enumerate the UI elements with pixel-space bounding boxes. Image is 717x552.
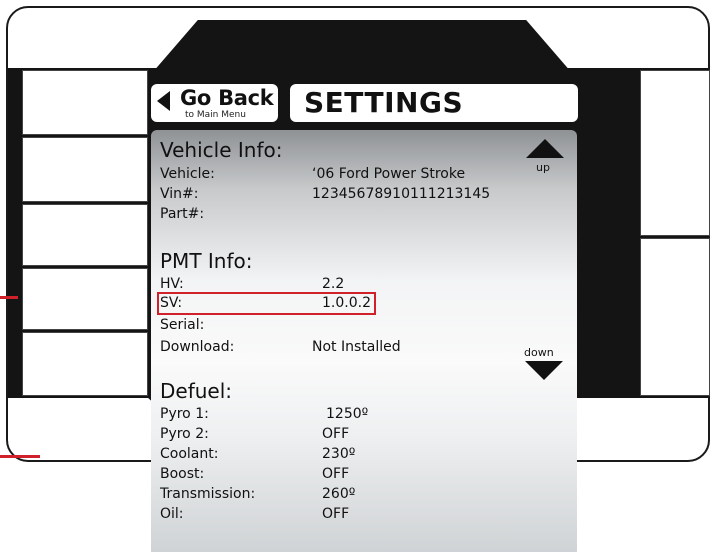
right-soft-button-1[interactable] — [640, 70, 710, 236]
scroll-down-label[interactable]: down — [524, 346, 554, 359]
device-top-panel — [146, 20, 578, 80]
back-arrow-icon — [157, 91, 170, 111]
go-back-label: Go Back — [180, 86, 274, 110]
left-soft-button-4[interactable] — [22, 268, 148, 330]
download-value: Not Installed — [312, 339, 401, 355]
callout-line — [0, 296, 18, 299]
left-soft-button-2[interactable] — [22, 137, 148, 202]
vin-label: Vin#: — [160, 186, 199, 202]
transmission-value: 260º — [322, 486, 356, 502]
boost-label: Boost: — [160, 466, 205, 482]
left-soft-button-5[interactable] — [22, 332, 148, 396]
scroll-up-label[interactable]: up — [536, 161, 550, 174]
coolant-label: Coolant: — [160, 446, 219, 462]
oil-value: OFF — [322, 506, 350, 522]
pyro2-value: OFF — [322, 426, 350, 442]
hv-value: 2.2 — [322, 276, 345, 292]
hv-label: HV: — [160, 276, 184, 292]
coolant-value: 230º — [322, 446, 356, 462]
left-soft-button-1[interactable] — [22, 70, 148, 135]
right-soft-button-2[interactable] — [640, 238, 710, 396]
sv-value: 1.0.0.2 — [322, 295, 371, 311]
part-label: Part#: — [160, 206, 205, 222]
pyro1-value: 1250º — [326, 406, 369, 422]
page-title: SETTINGS — [304, 86, 464, 119]
transmission-label: Transmission: — [160, 486, 256, 502]
section-heading-defuel: Defuel: — [160, 379, 233, 403]
pyro2-label: Pyro 2: — [160, 426, 209, 442]
callout-line — [0, 455, 40, 458]
serial-label: Serial: — [160, 317, 205, 333]
section-heading-vehicle-info: Vehicle Info: — [160, 138, 283, 162]
boost-value: OFF — [322, 466, 350, 482]
section-heading-pmt-info: PMT Info: — [160, 249, 253, 273]
vehicle-label: Vehicle: — [160, 166, 215, 182]
pyro1-label: Pyro 1: — [160, 406, 209, 422]
vin-value: 12345678910111213145 — [312, 186, 491, 202]
go-back-sublabel: to Main Menu — [185, 110, 246, 120]
download-label: Download: — [160, 339, 235, 355]
vehicle-value: ‘06 Ford Power Stroke — [312, 166, 466, 182]
oil-label: Oil: — [160, 506, 184, 522]
left-soft-button-3[interactable] — [22, 204, 148, 266]
triangle-down-icon[interactable] — [525, 361, 563, 380]
sv-label: SV: — [160, 295, 183, 311]
triangle-up-icon[interactable] — [526, 139, 564, 158]
